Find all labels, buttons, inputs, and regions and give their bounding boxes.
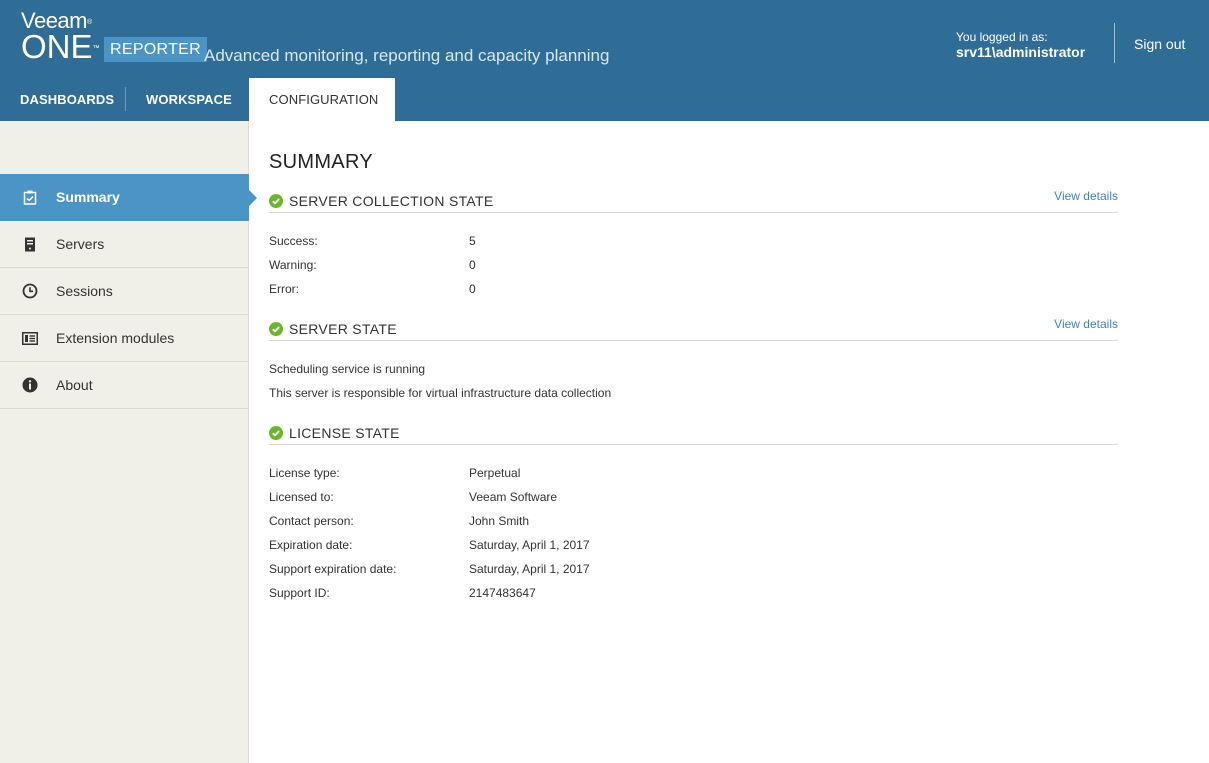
sidebar: Summary Servers Sessions Extension modul… bbox=[0, 121, 257, 763]
license-details: License type: Perpetual Licensed to: Veeam… bbox=[269, 445, 1118, 605]
stat-row: Warning: 0 bbox=[269, 253, 1118, 277]
license-label: License type: bbox=[269, 466, 340, 480]
check-circle-icon bbox=[269, 194, 283, 208]
license-row: Support expiration date: Saturday, April … bbox=[269, 557, 1118, 581]
stat-row: Error: 0 bbox=[269, 277, 1118, 301]
license-label: Contact person: bbox=[269, 514, 354, 528]
user-label: You logged in as: bbox=[956, 30, 1048, 44]
sidebar-item-label: Summary bbox=[56, 189, 120, 205]
license-row: Expiration date: Saturday, April 1, 2017 bbox=[269, 533, 1118, 557]
logo-tm-mark: ™ bbox=[92, 45, 100, 52]
license-value: Veeam Software bbox=[469, 490, 558, 504]
status-line: This server is responsible for virtual i… bbox=[269, 381, 1118, 405]
server-collection-state-section: SERVER COLLECTION STATE View details Suc… bbox=[269, 189, 1118, 301]
check-circle-icon bbox=[269, 322, 283, 336]
status-text: Scheduling service is running bbox=[269, 362, 426, 376]
tab-dashboards[interactable]: DASHBOARDS bbox=[0, 78, 125, 121]
stat-label: Success: bbox=[269, 234, 318, 248]
status-text: This server is responsible for virtual i… bbox=[269, 386, 612, 400]
license-label: Support ID: bbox=[269, 586, 330, 600]
license-row: License type: Perpetual bbox=[269, 461, 1118, 485]
view-details-link[interactable]: View details bbox=[1054, 317, 1118, 331]
license-value: Saturday, April 1, 2017 bbox=[469, 562, 590, 576]
module-icon bbox=[21, 329, 39, 347]
product-badge: REPORTER bbox=[104, 37, 208, 62]
user-name: srv11\administrator bbox=[956, 44, 1086, 60]
tab-workspace[interactable]: WORKSPACE bbox=[126, 78, 249, 121]
license-label: Licensed to: bbox=[269, 490, 334, 504]
app-header: Veeam® ONE™ REPORTER Advanced monitoring… bbox=[0, 0, 1209, 121]
sidebar-item-label: Servers bbox=[56, 236, 105, 252]
license-value: Perpetual bbox=[469, 466, 521, 480]
logo-one-text: ONE bbox=[21, 28, 93, 65]
section-header: LICENSE STATE bbox=[269, 423, 1118, 445]
section-title: SERVER STATE bbox=[289, 321, 397, 337]
header-divider bbox=[1114, 23, 1115, 63]
license-row: Support ID: 2147483647 bbox=[269, 581, 1118, 605]
stat-value: 5 bbox=[469, 234, 476, 248]
section-header: SERVER STATE View details bbox=[269, 317, 1118, 341]
sidebar-nav: Summary Servers Sessions Extension modul… bbox=[0, 174, 257, 409]
stat-value: 0 bbox=[469, 258, 476, 272]
section-title: SERVER COLLECTION STATE bbox=[289, 193, 494, 209]
veeam-one-logo: Veeam® ONE™ bbox=[21, 10, 100, 65]
main-tabs: DASHBOARDS WORKSPACE CONFIGURATION bbox=[0, 78, 395, 121]
clipboard-check-icon bbox=[21, 188, 39, 206]
check-circle-icon bbox=[269, 426, 283, 440]
section-header: SERVER COLLECTION STATE View details bbox=[269, 189, 1118, 213]
stat-row: Success: 5 bbox=[269, 229, 1118, 253]
tab-configuration[interactable]: CONFIGURATION bbox=[249, 78, 395, 121]
license-row: Licensed to: Veeam Software bbox=[269, 485, 1118, 509]
status-line: Scheduling service is running bbox=[269, 357, 1118, 381]
info-icon bbox=[21, 376, 39, 394]
sidebar-item-summary[interactable]: Summary bbox=[0, 174, 257, 221]
sidebar-item-label: Extension modules bbox=[56, 330, 175, 346]
license-state-section: LICENSE STATE License type: Perpetual Lic… bbox=[269, 423, 1118, 605]
server-state-lines: Scheduling service is running This serve… bbox=[269, 341, 1118, 405]
license-label: Support expiration date: bbox=[269, 562, 397, 576]
server-state-section: SERVER STATE View details Scheduling ser… bbox=[269, 317, 1118, 405]
stat-label: Error: bbox=[269, 282, 299, 296]
stat-value: 0 bbox=[469, 282, 476, 296]
view-details-link[interactable]: View details bbox=[1054, 189, 1118, 203]
sign-out-link[interactable]: Sign out bbox=[1134, 36, 1185, 52]
sidebar-item-about[interactable]: About bbox=[0, 362, 249, 409]
sidebar-item-label: Sessions bbox=[56, 283, 113, 299]
product-tagline: Advanced monitoring, reporting and capac… bbox=[204, 46, 610, 65]
collection-stats: Success: 5 Warning: 0 Error: 0 bbox=[269, 213, 1118, 301]
page-title: SUMMARY bbox=[269, 151, 373, 173]
sidebar-item-sessions[interactable]: Sessions bbox=[0, 268, 249, 315]
sidebar-item-servers[interactable]: Servers bbox=[0, 221, 249, 268]
license-value: 2147483647 bbox=[469, 586, 536, 600]
license-value: Saturday, April 1, 2017 bbox=[469, 538, 590, 552]
license-label: Expiration date: bbox=[269, 538, 353, 552]
clock-icon bbox=[21, 282, 39, 300]
logo-registered-mark: ® bbox=[87, 19, 92, 26]
server-icon bbox=[21, 235, 39, 253]
license-row: Contact person: John Smith bbox=[269, 509, 1118, 533]
stat-label: Warning: bbox=[269, 258, 317, 272]
section-title: LICENSE STATE bbox=[289, 425, 400, 441]
license-value: John Smith bbox=[469, 514, 530, 528]
sidebar-item-extension-modules[interactable]: Extension modules bbox=[0, 315, 249, 362]
sidebar-item-label: About bbox=[56, 377, 93, 393]
user-info: You logged in as: srv11\administrator bbox=[956, 30, 1101, 60]
